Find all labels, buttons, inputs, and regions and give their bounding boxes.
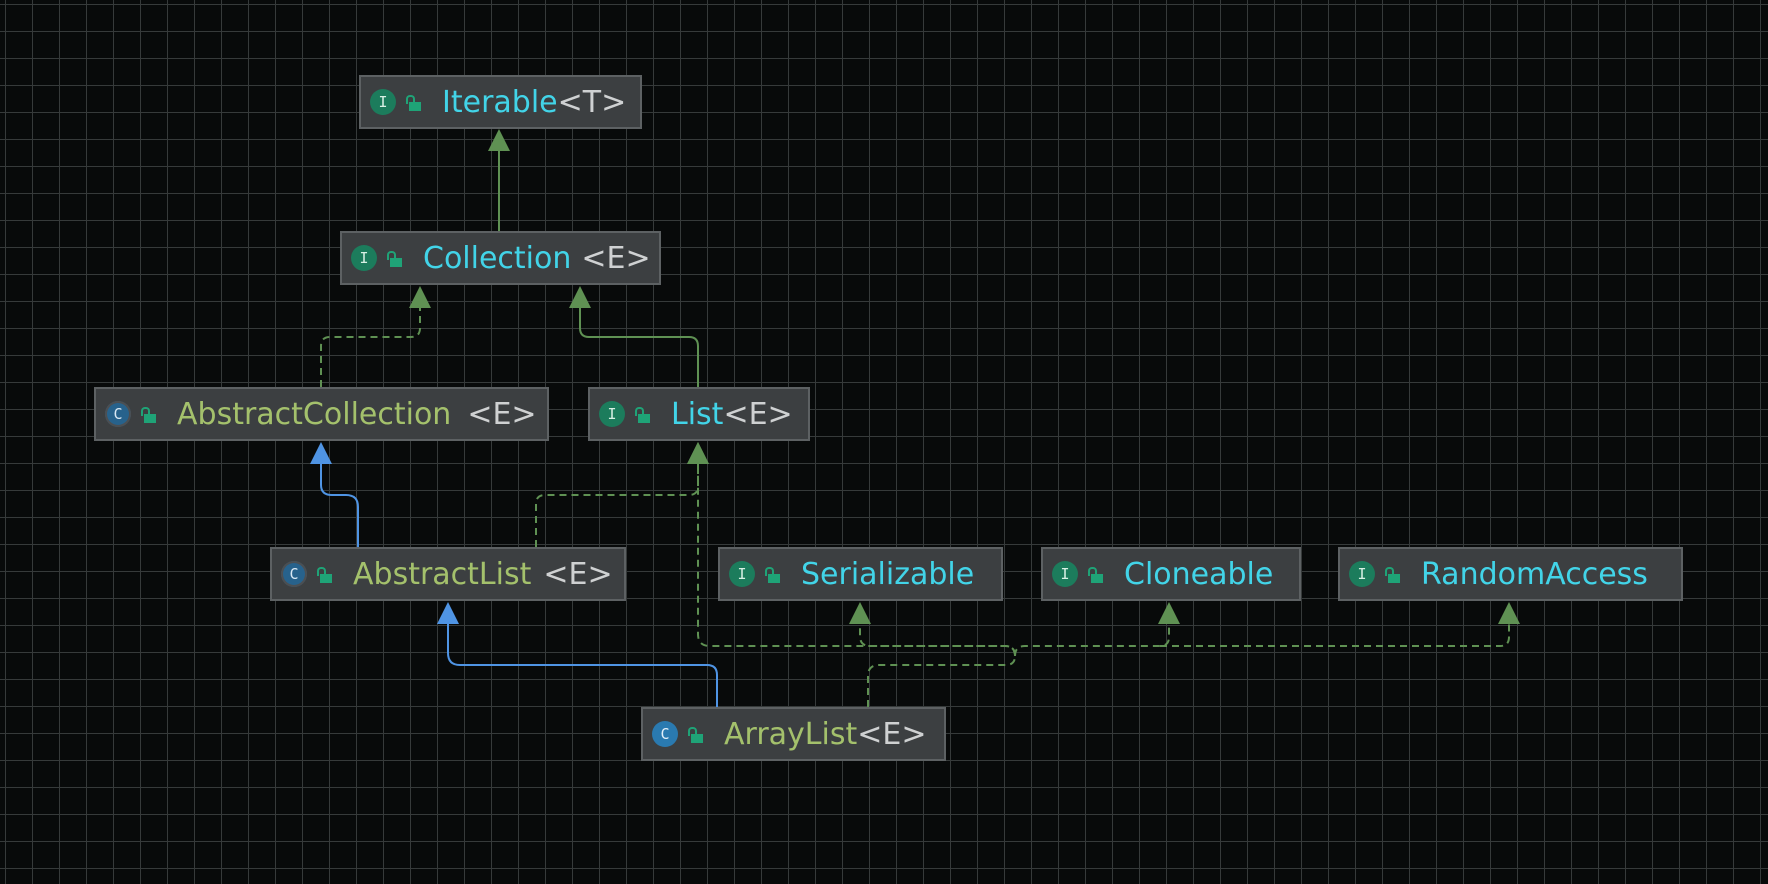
interface-icon: I	[351, 245, 377, 271]
interface-icon: I	[1349, 561, 1375, 587]
interface-icon: I	[729, 561, 755, 587]
class-icon: C	[652, 721, 678, 747]
node-collection[interactable]: I Collection <E>	[340, 231, 661, 285]
lock-icon	[387, 249, 403, 267]
edge-array-list-to-cloneable	[1014, 602, 1180, 657]
node-array-list[interactable]: C ArrayList <E>	[641, 707, 946, 761]
lock-icon	[765, 565, 781, 583]
node-generic: <T>	[557, 84, 627, 120]
node-list[interactable]: I List <E>	[588, 387, 810, 441]
node-name: Iterable	[442, 84, 558, 120]
abstract-class-icon: C	[105, 401, 131, 427]
node-generic: <E>	[543, 556, 613, 592]
node-name: AbstractCollection	[177, 396, 452, 432]
edge-list-to-collection	[569, 286, 699, 387]
lock-icon	[635, 405, 651, 423]
edge-abstract-list-to-list	[535, 442, 709, 547]
node-generic: <E>	[581, 240, 651, 276]
node-name: AbstractList	[353, 556, 532, 592]
node-abstract-collection[interactable]: C AbstractCollection <E>	[94, 387, 549, 441]
lock-icon	[406, 93, 422, 111]
node-name: List	[671, 396, 724, 432]
node-cloneable[interactable]: I Cloneable	[1041, 547, 1301, 601]
edge-array-list-to-abstract-list	[437, 602, 718, 707]
lock-icon	[141, 405, 157, 423]
edge-array-list-to-random-access	[1160, 602, 1520, 647]
node-name: ArrayList	[724, 716, 858, 752]
lock-icon	[317, 565, 333, 583]
node-generic: <E>	[723, 396, 793, 432]
abstract-class-icon: C	[281, 561, 307, 587]
edge-array-list-to-serializable	[849, 602, 1016, 657]
edge-abstract-collection-to-collection	[320, 286, 431, 387]
node-name: Collection	[423, 240, 572, 276]
lock-icon	[1385, 565, 1401, 583]
node-generic: <E>	[857, 716, 927, 752]
node-serializable[interactable]: I Serializable	[718, 547, 1003, 601]
edge-abstract-list-to-abstract-collection	[310, 442, 359, 547]
node-generic: <E>	[467, 396, 537, 432]
interface-icon: I	[599, 401, 625, 427]
node-iterable[interactable]: I Iterable <T>	[359, 75, 642, 129]
class-hierarchy-diagram: I Iterable <T> I Collection <E> C Abstra…	[0, 0, 1768, 884]
node-name: Cloneable	[1124, 556, 1274, 592]
node-name: RandomAccess	[1421, 556, 1648, 592]
interface-icon: I	[1052, 561, 1078, 587]
node-random-access[interactable]: I RandomAccess	[1338, 547, 1683, 601]
interface-icon: I	[370, 89, 396, 115]
node-abstract-list[interactable]: C AbstractList <E>	[270, 547, 626, 601]
lock-icon	[688, 725, 704, 743]
node-name: Serializable	[801, 556, 975, 592]
lock-icon	[1088, 565, 1104, 583]
